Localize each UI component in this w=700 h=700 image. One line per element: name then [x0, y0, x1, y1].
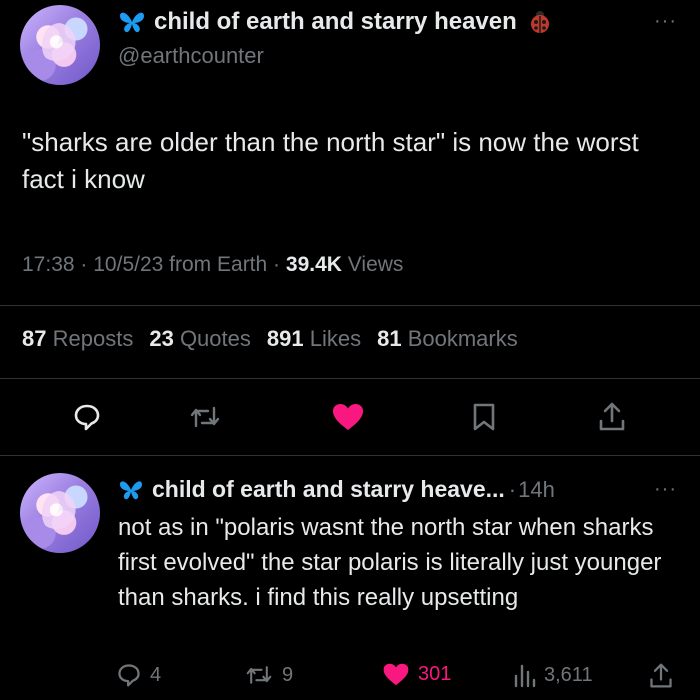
like-count: 301 [418, 663, 452, 685]
reply-icon [118, 664, 140, 687]
share-icon[interactable] [597, 401, 627, 433]
heart-icon [383, 663, 409, 686]
reply-reposts[interactable]: 9 [244, 662, 293, 688]
divider [0, 378, 700, 379]
reposts-stat[interactable]: 87 Reposts [22, 326, 133, 352]
main-handle[interactable]: @earthcounter [118, 43, 264, 69]
reply-separator: · [508, 476, 517, 502]
divider [0, 305, 700, 306]
views-icon [514, 664, 536, 688]
reply-likes[interactable]: 301 [382, 662, 451, 687]
main-avatar[interactable] [20, 5, 100, 85]
likes-stat[interactable]: 891 Likes [267, 326, 361, 352]
reply-more-button[interactable]: ··· [654, 478, 677, 501]
reply-views[interactable]: 3,611 [512, 662, 593, 688]
tweet-meta: 17:38 · 10/5/23 from Earth · 39.4K Views [22, 253, 403, 277]
reply-replies[interactable]: 4 [116, 662, 161, 688]
reply-name-row: child of earth and starry heave... · 14h [118, 476, 555, 503]
main-more-button[interactable]: ··· [654, 10, 677, 33]
tweet-time[interactable]: 17:38 [22, 253, 75, 276]
repost-icon[interactable] [188, 402, 222, 432]
views-count: 39.4K [285, 253, 342, 276]
main-name-row: child of earth and starry heaven [118, 8, 553, 36]
repost-icon [246, 666, 272, 684]
bookmarks-stat[interactable]: 81 Bookmarks [377, 326, 518, 352]
main-tweet-text: "sharks are older than the north star" i… [22, 127, 639, 194]
quotes-stat[interactable]: 23 Quotes [149, 326, 251, 352]
divider [0, 455, 700, 456]
reply-time[interactable]: 14h [518, 477, 555, 503]
butterfly-icon [120, 12, 144, 33]
butterfly-icon [120, 480, 142, 499]
views-label: Views [347, 253, 404, 276]
views-count: 3,611 [544, 663, 593, 686]
meta-separator: · [80, 253, 88, 276]
ladybug-icon [530, 11, 549, 33]
share-icon[interactable] [648, 662, 674, 690]
reply-count: 4 [150, 663, 162, 686]
engagement-stats: 87 Reposts 23 Quotes 891 Likes 81 Bookma… [22, 326, 518, 352]
bookmark-icon[interactable] [470, 402, 498, 432]
tweet-source: from Earth [169, 253, 268, 276]
meta-separator: · [273, 253, 281, 276]
repost-count: 9 [282, 663, 294, 686]
reply-display-name[interactable]: child of earth and starry heave... [152, 476, 505, 503]
main-display-name[interactable]: child of earth and starry heaven [154, 8, 517, 36]
reply-avatar[interactable] [20, 473, 100, 553]
heart-icon[interactable] [331, 402, 365, 432]
reply-tweet-text: not as in "polaris wasnt the north star … [118, 514, 662, 611]
reply-icon[interactable] [72, 402, 102, 432]
tweet-date[interactable]: 10/5/23 [93, 253, 163, 276]
